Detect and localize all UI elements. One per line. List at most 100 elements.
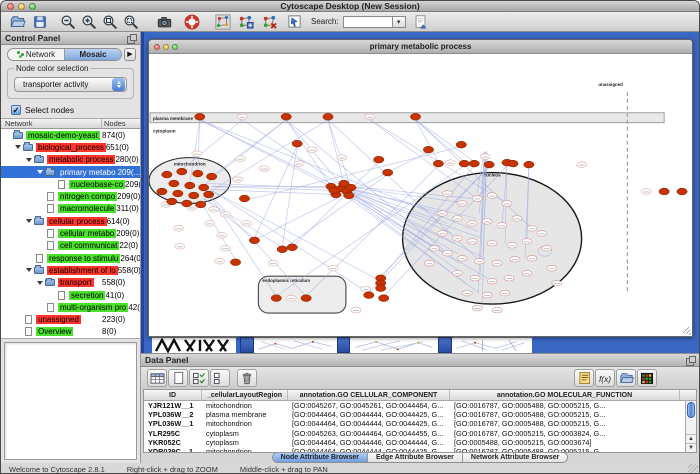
- network-node[interactable]: [376, 285, 386, 292]
- network-node-small[interactable]: [233, 177, 243, 183]
- function-builder-icon[interactable]: f(x): [595, 369, 615, 387]
- background-window-edge[interactable]: [240, 337, 254, 353]
- network-node-small[interactable]: [351, 307, 361, 313]
- network-node-small[interactable]: [502, 201, 512, 207]
- tree-row[interactable]: biological_process651(0): [1, 141, 140, 153]
- annotation-select-icon[interactable]: [285, 13, 303, 31]
- network-node-small[interactable]: [236, 156, 246, 162]
- network-node[interactable]: [301, 295, 311, 302]
- background-window-preview[interactable]: [452, 337, 532, 353]
- network-node-small[interactable]: [512, 216, 522, 222]
- expand-arrow-icon[interactable]: [37, 170, 43, 174]
- network-node-small[interactable]: [215, 258, 225, 264]
- network-node-small[interactable]: [259, 166, 269, 172]
- network-window-titlebar[interactable]: primary metabolic process: [149, 40, 692, 54]
- destroy-network-view-icon[interactable]: [260, 13, 278, 31]
- new-network-view-icon[interactable]: [236, 13, 254, 31]
- select-nodes-checkbox[interactable]: ✓: [11, 105, 21, 115]
- network-node[interactable]: [249, 237, 259, 244]
- network-node-small[interactable]: [552, 280, 562, 286]
- network-node-small[interactable]: [192, 151, 202, 157]
- zoom-selected-icon[interactable]: [122, 13, 140, 31]
- network-node[interactable]: [329, 187, 339, 194]
- table-row[interactable]: YLR295Ccytoplasm[GO:0045263, GO:0044464,…: [144, 429, 696, 438]
- network-node[interactable]: [469, 160, 479, 167]
- network-node-small[interactable]: [492, 307, 502, 313]
- table-row[interactable]: YPL036W__1mitochondrion[GO:0044464, GO:0…: [144, 419, 696, 428]
- network-node[interactable]: [484, 161, 494, 168]
- network-node[interactable]: [524, 161, 534, 168]
- network-node-small[interactable]: [442, 191, 452, 197]
- network-node-small[interactable]: [238, 114, 248, 120]
- network-node-small[interactable]: [442, 251, 452, 257]
- network-node[interactable]: [182, 200, 192, 207]
- zoom-in-icon[interactable]: [80, 13, 98, 31]
- network-node-small[interactable]: [492, 260, 502, 266]
- network-node-small[interactable]: [174, 226, 184, 232]
- network-node-small[interactable]: [510, 256, 520, 262]
- column-header[interactable]: annotation.GO CELLULAR_COMPONENT: [288, 390, 450, 400]
- network-node-small[interactable]: [452, 216, 462, 222]
- network-node-small[interactable]: [307, 147, 317, 153]
- network-node-small[interactable]: [470, 275, 480, 281]
- network-node-small[interactable]: [577, 162, 587, 168]
- zoom-fit-icon[interactable]: [101, 13, 119, 31]
- table-row[interactable]: YPL036W__2plasma membrane[GO:0044464, GO…: [144, 410, 696, 419]
- network-node[interactable]: [459, 160, 469, 167]
- tab-network[interactable]: Network: [8, 49, 65, 60]
- tree-col-nodes[interactable]: Nodes: [102, 119, 140, 128]
- network-node[interactable]: [423, 146, 433, 153]
- table-row[interactable]: YJR121W__1mitochondrion[GO:0045267, GO:0…: [144, 401, 696, 410]
- node-color-dropdown[interactable]: transporter activity: [14, 77, 127, 92]
- network-node-small[interactable]: [424, 260, 434, 266]
- network-node[interactable]: [323, 113, 333, 120]
- network-node[interactable]: [193, 170, 203, 177]
- network-node[interactable]: [281, 113, 291, 120]
- scrollbar-thumb[interactable]: [687, 402, 695, 418]
- expand-arrow-icon[interactable]: [26, 219, 32, 223]
- create-attribute-icon[interactable]: [168, 369, 188, 387]
- network-node-small[interactable]: [457, 255, 467, 261]
- delete-attribute-icon[interactable]: [237, 369, 257, 387]
- network-node-small[interactable]: [537, 231, 547, 237]
- tab-node-attribute-browser[interactable]: Node Attribute Browser: [273, 453, 368, 462]
- network-node[interactable]: [374, 156, 384, 163]
- save-icon[interactable]: [31, 13, 49, 31]
- network-node-small[interactable]: [487, 241, 497, 247]
- network-node[interactable]: [206, 173, 216, 180]
- network-node[interactable]: [364, 292, 374, 299]
- tree-row[interactable]: response to stimulu264(0): [1, 252, 140, 264]
- select-attributes-icon[interactable]: [147, 369, 167, 387]
- tree-row[interactable]: unassigned223(0): [1, 313, 140, 325]
- network-node-small[interactable]: [221, 246, 231, 252]
- search-input[interactable]: [343, 16, 393, 28]
- network-node[interactable]: [157, 188, 167, 195]
- network-node-small[interactable]: [480, 154, 490, 160]
- network-node[interactable]: [379, 295, 389, 302]
- column-header[interactable]: _cellularLayoutRegion: [202, 390, 288, 400]
- network-node[interactable]: [410, 113, 420, 120]
- tree-row[interactable]: mosaic-demo-yeast874(0): [1, 129, 140, 141]
- network-node-small[interactable]: [361, 286, 371, 292]
- network-node[interactable]: [508, 160, 518, 167]
- expand-arrow-icon[interactable]: [15, 145, 21, 149]
- network-node-small[interactable]: [497, 223, 507, 229]
- background-window-preview[interactable]: [254, 337, 337, 353]
- resize-grip[interactable]: [688, 464, 698, 474]
- table-row[interactable]: YKR052Ccytoplasm[GO:0044464, GO:0044446,…: [144, 438, 696, 447]
- tree-row[interactable]: nucleobase-co209(0): [1, 178, 140, 190]
- network-node-small[interactable]: [462, 290, 472, 296]
- tree-row[interactable]: transport558(0): [1, 277, 140, 289]
- expand-arrow-icon[interactable]: [37, 281, 43, 285]
- tree-row[interactable]: cellular process614(0): [1, 215, 140, 227]
- network-node-small[interactable]: [487, 193, 497, 199]
- network-node-small[interactable]: [507, 243, 517, 249]
- network-node[interactable]: [383, 169, 393, 176]
- network-view-icon[interactable]: [214, 13, 232, 31]
- tree-row[interactable]: nitrogen compo209(0): [1, 190, 140, 202]
- scroll-down-icon[interactable]: ▼: [686, 443, 696, 452]
- tab-edge-attribute-browser[interactable]: Edge Attribute Browser: [368, 453, 463, 462]
- network-node-small[interactable]: [504, 275, 514, 281]
- network-node-small[interactable]: [487, 278, 497, 284]
- network-node-small[interactable]: [457, 201, 467, 207]
